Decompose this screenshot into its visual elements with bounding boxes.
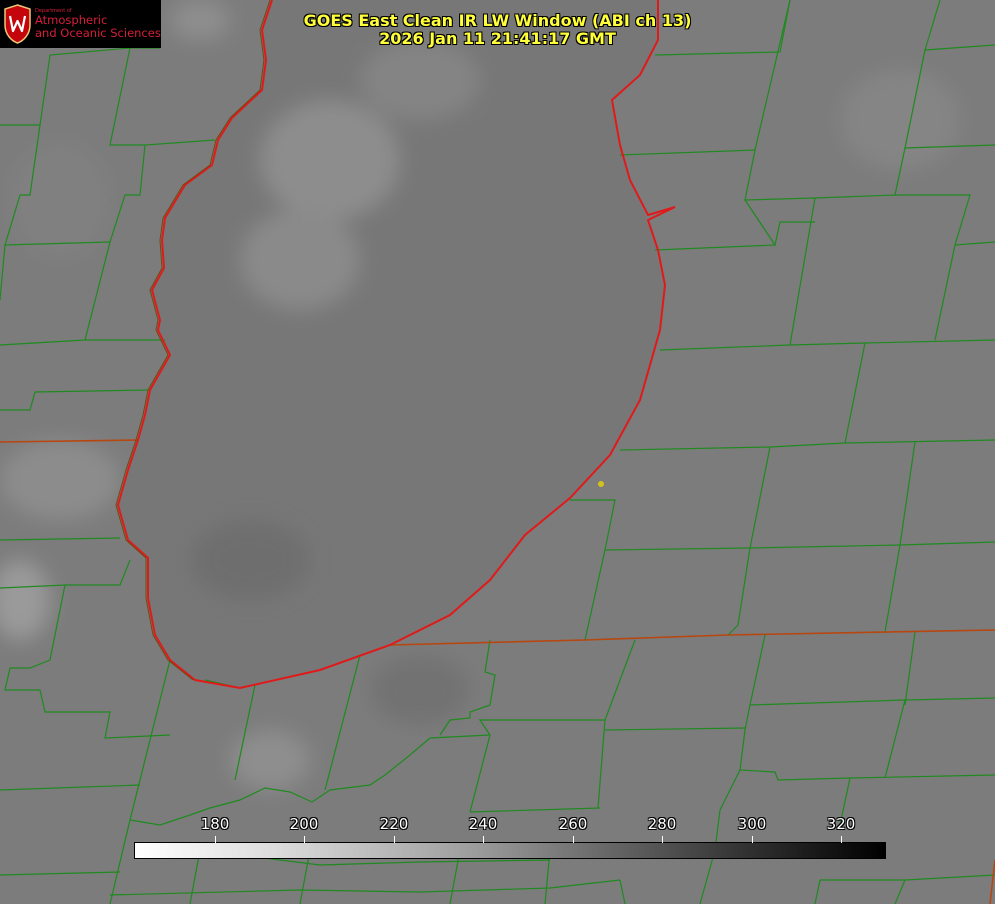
colorbar-tick-mark <box>483 836 484 843</box>
colorbar-tick-mark <box>841 836 842 843</box>
logo-line2: and Oceanic Sciences <box>35 26 161 40</box>
colorbar-tick-label: 260 <box>558 815 588 833</box>
colorbar-tick-label: 200 <box>289 815 319 833</box>
colorbar-tick-mark <box>215 836 216 843</box>
colorbar-tick-mark <box>394 836 395 843</box>
colorbar-tick-label: 220 <box>379 815 409 833</box>
image-title: GOES East Clean IR LW Window (ABI ch 13) <box>303 11 692 30</box>
image-timestamp: 2026 Jan 11 21:41:17 GMT <box>379 29 616 48</box>
satellite-map: Department of Atmospheric and Oceanic Sc… <box>0 0 995 904</box>
uw-aos-logo: Department of Atmospheric and Oceanic Sc… <box>0 0 161 48</box>
location-marker <box>598 481 604 487</box>
colorbar-tick-mark <box>752 836 753 843</box>
colorbar-tick-label: 240 <box>468 815 498 833</box>
colorbar-tick-mark <box>662 836 663 843</box>
colorbar-tick-label: 300 <box>737 815 767 833</box>
logo-text: Department of Atmospheric and Oceanic Sc… <box>35 8 161 40</box>
map-canvas <box>0 0 995 904</box>
colorbar-tick-mark <box>573 836 574 843</box>
colorbar-tick-label: 180 <box>200 815 230 833</box>
uw-seal-icon <box>4 4 31 44</box>
colorbar-tick-label: 280 <box>647 815 677 833</box>
colorbar-tick-mark <box>304 836 305 843</box>
temperature-colorbar <box>134 842 886 859</box>
colorbar-tick-label: 320 <box>826 815 856 833</box>
